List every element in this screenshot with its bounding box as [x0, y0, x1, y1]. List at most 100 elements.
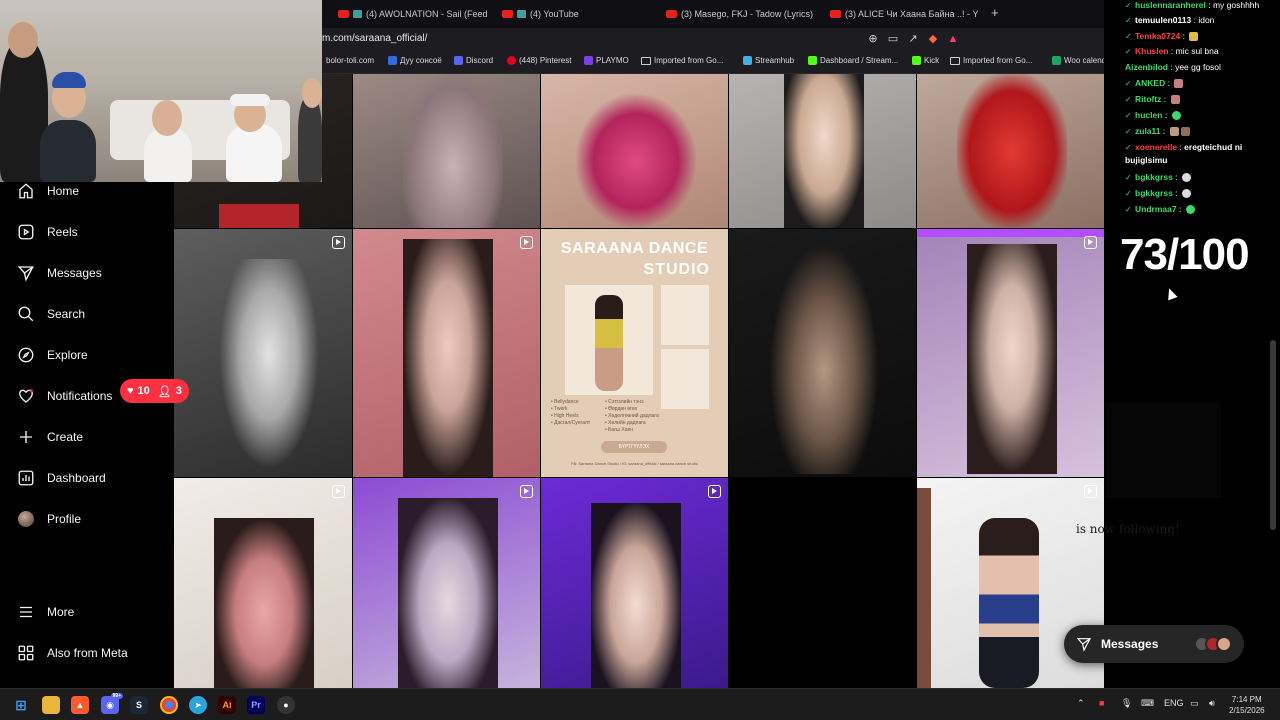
calendar-icon [1052, 56, 1061, 65]
bookmark-item[interactable]: (448) Pinterest [507, 56, 571, 65]
chat-message-continued: bujiglsimu [1125, 155, 1168, 165]
webcam-overlay [0, 0, 322, 182]
notifications-badge[interactable]: ♥ 10 👤︎ 3 [120, 379, 189, 403]
follow-alert-text: is now following! [1076, 522, 1180, 536]
tray-expand-icon[interactable]: ⌃ [1077, 698, 1085, 709]
grid-post[interactable] [917, 229, 1104, 477]
reel-icon [1084, 236, 1097, 249]
nav-create[interactable]: Create [16, 423, 83, 451]
nav-notifications[interactable]: Notifications [16, 382, 112, 410]
chat-message: ✓ Temka0724 : [1125, 31, 1199, 42]
illustrator-icon[interactable]: Ai [218, 696, 236, 714]
system-clock[interactable]: 7:14 PM 2/15/2026 [1229, 694, 1265, 716]
obs-icon[interactable]: ● [277, 696, 295, 714]
bookmark-item[interactable]: Kick [912, 56, 939, 65]
brave-shield-icon[interactable]: ◆ [926, 32, 940, 46]
sub-badge-icon: ✓ [1125, 111, 1132, 120]
bookmark-folder[interactable]: Imported from Go... [641, 56, 723, 65]
messages-floating-button[interactable]: Messages [1064, 625, 1244, 663]
nav-search[interactable]: Search [16, 300, 85, 328]
grid-post-poster[interactable]: SARAANA DANCE STUDIO • Bellydance • Twer… [541, 229, 728, 477]
grid-post[interactable] [174, 478, 352, 688]
zoom-icon[interactable]: ⊕ [866, 32, 880, 46]
discord-icon[interactable]: ◉ 99+ [101, 693, 123, 714]
reel-icon [520, 485, 533, 498]
nav-profile[interactable]: Profile [16, 505, 81, 533]
reel-icon [520, 236, 533, 249]
folder-icon [950, 56, 960, 65]
steam-icon[interactable]: S [130, 696, 148, 714]
bookmark-folder[interactable]: Imported from Go... [950, 56, 1032, 65]
tab-awolnation[interactable]: (4) AWOLNATION - Sail (Feed Me [338, 4, 488, 24]
telegram-icon[interactable]: ➤ [189, 696, 207, 714]
grid-post[interactable] [541, 74, 728, 228]
discord-icon [454, 56, 463, 65]
kick-icon [808, 56, 817, 65]
bookmark-item[interactable]: Dashboard / Stream... [808, 56, 898, 65]
brave-rewards-icon[interactable]: ▲ [946, 32, 960, 46]
nav-more[interactable]: More [16, 598, 74, 626]
new-tab-button[interactable]: + [991, 5, 999, 20]
tab-label: (4) AWOLNATION - Sail (Feed Me [366, 9, 488, 19]
grid-post[interactable] [729, 229, 916, 477]
url-field[interactable]: m.com/saraana_official/ [322, 33, 427, 44]
nav-messages[interactable]: Messages [16, 259, 102, 287]
premiere-icon[interactable]: Pr [247, 696, 265, 714]
file-explorer-icon[interactable] [42, 696, 60, 714]
sub-badge-icon: ✓ [1125, 189, 1132, 198]
bookmark-item[interactable]: Discord [454, 56, 493, 65]
volume-icon[interactable]: 🔊︎ [1209, 698, 1215, 709]
emote-icon [1185, 205, 1195, 215]
reel-icon [708, 485, 721, 498]
chat-message: Aizenbilod : yee gg fosol [1125, 62, 1221, 72]
page-scrollbar[interactable] [1270, 340, 1276, 530]
bookmark-item[interactable]: Дуу сонсоё [388, 56, 442, 65]
windows-start-icon[interactable]: ⊞ [12, 696, 30, 714]
bookmark-icon [388, 56, 397, 65]
grid-post[interactable] [353, 229, 540, 477]
grid-post[interactable] [541, 478, 728, 688]
install-app-icon[interactable]: ▭ [886, 32, 900, 46]
tab-masego[interactable]: (3) Masego, FKJ - Tadow (Lyrics) - Yo [666, 4, 816, 24]
emote-icon [1181, 189, 1191, 199]
grid-post[interactable] [174, 229, 352, 477]
language-indicator[interactable]: ENG [1164, 698, 1184, 708]
reel-icon [332, 236, 345, 249]
bookmark-item[interactable]: bolor-toli.com [326, 56, 374, 65]
nav-reels[interactable]: Reels [16, 218, 78, 246]
keyboard-icon[interactable]: ⌨ [1141, 698, 1154, 709]
playmo-icon [584, 56, 593, 65]
tray-app-icon[interactable]: ■ [1099, 698, 1104, 708]
tab-youtube[interactable]: (4) YouTube [502, 4, 652, 24]
messages-icon [1076, 638, 1091, 652]
bookmark-item[interactable]: PLAYMO [584, 56, 629, 65]
sub-badge-icon: ✓ [1125, 32, 1132, 41]
grid-post[interactable] [729, 74, 916, 228]
poster-subtitle: STUDIO [643, 261, 710, 278]
cap [52, 72, 86, 88]
grid-post[interactable] [353, 478, 540, 688]
nav-home[interactable]: Home [16, 177, 79, 205]
grid-post[interactable] [353, 74, 540, 228]
chrome-icon[interactable] [160, 696, 178, 714]
home-icon [16, 181, 36, 201]
chat-message: ✓ temuulen0113 : idon [1125, 15, 1215, 25]
sub-badge-icon: ✓ [1125, 173, 1132, 182]
nav-dashboard[interactable]: Dashboard [16, 464, 106, 492]
media-playing-icon [517, 10, 526, 18]
sub-badge-icon: ✓ [1125, 16, 1132, 25]
grid-post[interactable] [917, 74, 1104, 228]
brave-browser-icon[interactable]: ▲ [71, 696, 89, 714]
nav-also-from-meta[interactable]: Also from Meta [16, 639, 128, 667]
network-icon[interactable]: ▭ [1190, 698, 1199, 709]
chat-message: ✓ xoenerelle : eregteichud ni [1125, 142, 1243, 152]
search-icon [16, 304, 36, 324]
reel-icon [1084, 485, 1097, 498]
microphone-icon[interactable]: 🎙︎ [1121, 698, 1132, 709]
menu-icon [16, 602, 36, 622]
tab-alice[interactable]: (3) ALICE Чи Хаана Байна ..! - YouTub [830, 4, 978, 24]
sub-badge-icon: ✓ [1125, 143, 1132, 152]
bookmark-item[interactable]: Streamhub [743, 56, 794, 65]
share-icon[interactable]: ↗ [906, 32, 920, 46]
nav-explore[interactable]: Explore [16, 341, 88, 369]
